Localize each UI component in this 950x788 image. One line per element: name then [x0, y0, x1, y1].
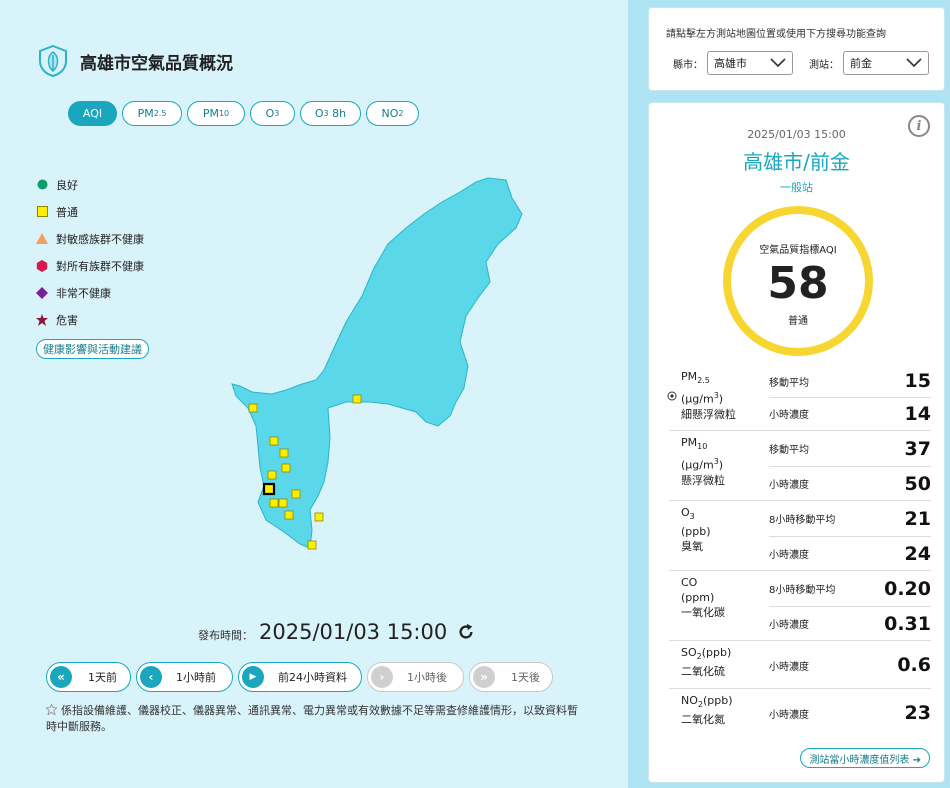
station-marker[interactable]: [279, 448, 289, 458]
pollutant-row-no2: NO2(ppb) 二氧化氮 小時濃度 23: [681, 694, 931, 727]
publish-time-label: 發布時間：: [198, 629, 253, 642]
aqi-legend: 良好 普通 對敏感族群不健康 對所有族群不健康 非常不健康 危害 健康影響與活動…: [36, 171, 149, 359]
pollutant-row-o3: O3 (ppb) 臭氧 8小時移動平均 21 小時濃度 24: [669, 501, 931, 571]
pollutant-row-pm25: PM2.5 (μg/m3) 細懸浮微粒 移動平均 15 小時濃度 14: [667, 365, 931, 431]
star-icon: [36, 313, 48, 326]
diamond-icon: [36, 286, 48, 299]
chevron-down-icon: [770, 58, 786, 68]
station-marker[interactable]: [281, 463, 291, 473]
pollutant-tabs: AQI PM 2.5 PM 10 O3 O3 8h NO 2: [68, 101, 419, 126]
station-marker[interactable]: [278, 498, 288, 508]
publish-time: 發布時間： 2025/01/03 15:00: [198, 620, 475, 644]
pollutant-row-so2: SO2(ppb) 二氧化硫 小時濃度 0.6: [669, 641, 931, 689]
legend-item-good: 良好: [36, 171, 149, 198]
hourly-list-button[interactable]: 測站當小時濃度值列表 ➔: [800, 748, 930, 768]
station-marker[interactable]: [291, 489, 301, 499]
o3-8h-avg: 21: [904, 507, 931, 530]
station-marker[interactable]: [269, 498, 279, 508]
kaohsiung-region: [231, 177, 523, 549]
pollutant-row-co: CO (ppm) 一氧化碳 8小時移動平均 0.20 小時濃度 0.31: [669, 571, 931, 641]
shield-leaf-icon: [39, 44, 67, 78]
chevron-left-icon: ‹: [140, 666, 162, 688]
next-hour-button[interactable]: › 1小時後: [367, 662, 464, 692]
next-day-button[interactable]: » 1天後: [469, 662, 553, 692]
pm10-hourly: 50: [904, 472, 931, 495]
chevron-right-icon: ›: [371, 666, 393, 688]
pm25-hourly: 14: [904, 402, 931, 425]
tab-o3-8h[interactable]: O3 8h: [300, 101, 361, 126]
search-row: 縣市： 高雄市 測站： 前金: [673, 51, 929, 75]
square-icon: [36, 206, 48, 218]
station-marker[interactable]: [314, 512, 324, 522]
o3-hourly: 24: [904, 542, 931, 565]
refresh-icon[interactable]: [457, 623, 475, 641]
aqi-gauge: 空氣品質指標AQI 58 普通: [723, 206, 873, 356]
health-advice-button[interactable]: 健康影響與活動建議: [36, 339, 149, 359]
past-24h-button[interactable]: ▶ 前24小時資料: [238, 662, 362, 692]
station-marker[interactable]: [284, 510, 294, 520]
search-hint: 請點擊左方測站地圖位置或使用下方搜尋功能查詢: [666, 29, 886, 40]
double-left-icon: «: [50, 666, 72, 688]
triangle-icon: [36, 233, 48, 245]
publish-time-value: 2025/01/03 15:00: [259, 620, 448, 644]
station-marker[interactable]: [269, 436, 279, 446]
pm10-moving-avg: 37: [904, 437, 931, 460]
selected-station-marker[interactable]: [262, 482, 276, 496]
left-panel: 高雄市空氣品質概況 AQI PM 2.5 PM 10 O3 O3 8h NO 2 良好…: [0, 0, 628, 788]
legend-item-unhealthy: 對所有族群不健康: [36, 252, 149, 279]
tab-o3[interactable]: O3: [250, 101, 295, 126]
station-name: 高雄市/前金: [743, 150, 850, 174]
station-marker[interactable]: [267, 470, 277, 480]
play-icon: ▶: [242, 666, 264, 688]
tab-aqi[interactable]: AQI: [68, 101, 117, 126]
pm25-moving-avg: 15: [904, 370, 931, 392]
station-info-card: i 2025/01/03 15:00 高雄市/前金 一般站 空氣品質指標AQI …: [648, 102, 945, 783]
pollutant-table: PM2.5 (μg/m3) 細懸浮微粒 移動平均 15 小時濃度 14 PM10 (…: [667, 365, 931, 737]
tab-no2[interactable]: NO 2: [366, 101, 419, 126]
legend-item-sensitive: 對敏感族群不健康: [36, 225, 149, 252]
co-8h-avg: 0.20: [884, 577, 931, 600]
target-icon: [667, 391, 677, 401]
legend-item-very-unhealthy: 非常不健康: [36, 279, 149, 306]
aqi-status: 普通: [788, 316, 808, 327]
maintenance-note: 係指設備維護、儀器校正、儀器異常、通訊異常、電力異常或有效數據不足等需查修維護情…: [44, 702, 578, 733]
kaohsiung-map[interactable]: [220, 170, 560, 560]
chevron-down-icon: [906, 58, 922, 68]
legend-item-moderate: 普通: [36, 198, 149, 225]
tab-pm10[interactable]: PM 10: [187, 101, 245, 126]
prev-hour-button[interactable]: ‹ 1小時前: [136, 662, 233, 692]
co-hourly: 0.31: [884, 612, 931, 635]
station-marker[interactable]: [307, 540, 317, 550]
time-nav: «1天前 ‹ 1小時前 ▶ 前24小時資料 › 1小時後 » 1天後: [46, 662, 553, 692]
so2-hourly: 0.6: [897, 654, 931, 676]
circle-icon: [36, 179, 48, 191]
no2-hourly: 23: [904, 702, 931, 724]
maintenance-icon: [44, 702, 59, 717]
aqi-value: 58: [767, 258, 829, 309]
prev-day-button[interactable]: «1天前: [46, 662, 131, 692]
double-right-icon: »: [473, 666, 495, 688]
legend-item-hazardous: 危害: [36, 306, 149, 333]
title-row: 高雄市空氣品質概況: [36, 44, 233, 78]
tab-pm25[interactable]: PM 2.5: [122, 101, 182, 126]
station-type: 一般站: [780, 181, 813, 194]
search-card: 請點擊左方測站地圖位置或使用下方搜尋功能查詢 縣市： 高雄市 測站： 前金: [648, 7, 945, 91]
pollutant-row-pm10: PM10 (μg/m3) 懸浮微粒 移動平均 37 小時濃度 50: [669, 431, 931, 501]
page-title: 高雄市空氣品質概況: [80, 53, 233, 74]
county-select[interactable]: 高雄市: [707, 51, 793, 75]
aqi-label: 空氣品質指標AQI: [759, 245, 837, 256]
station-marker[interactable]: [248, 403, 258, 413]
station-select[interactable]: 前金: [843, 51, 929, 75]
hexagon-icon: [36, 259, 48, 272]
station-time: 2025/01/03 15:00: [747, 128, 846, 141]
station-marker[interactable]: [352, 394, 362, 404]
